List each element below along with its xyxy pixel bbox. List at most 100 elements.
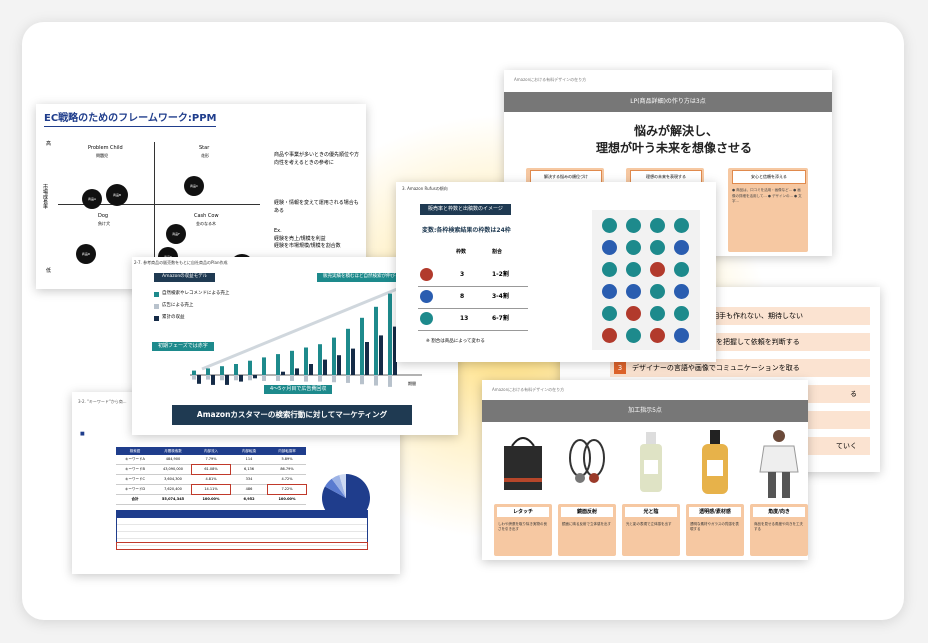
- grid-dot: [674, 262, 689, 277]
- table-cell: 61.08%: [191, 464, 231, 475]
- callout-ads: 4〜5ヶ月目で広告費回収: [264, 385, 333, 394]
- product-desc: しわや誇張を取り除き実物の良さを引き出す: [498, 522, 547, 532]
- bar: [379, 335, 383, 375]
- step-text: デザイナーの言語や画像でコミュニケーションを取る: [632, 364, 800, 372]
- table-row: キーワードB 43,090,000 61.08% 6,136 86.79%: [116, 464, 306, 475]
- lp-title-line1: 悩みが解決し、: [634, 124, 719, 138]
- bubble: 商品D: [76, 244, 96, 264]
- quadrant-star-sub: 花形: [201, 153, 209, 158]
- product-desc: 鏡面に映る反射で立体感を出す: [562, 522, 611, 526]
- product-image-tote: [494, 428, 552, 500]
- table-cell: 114: [245, 457, 253, 461]
- bar: [332, 337, 336, 375]
- header-cell: 内部転換率: [278, 449, 296, 453]
- step-text: を把握して依頼を判断する: [716, 338, 800, 346]
- bar: [248, 360, 252, 375]
- slide-header: 3. Amazon Rufusの傾向: [402, 186, 448, 191]
- table-row: 合計 55,074,345 100.00% 6,952 100.00%: [116, 495, 306, 505]
- grid-dot: [602, 328, 617, 343]
- bar: [192, 370, 196, 375]
- grid-dot: [602, 262, 617, 277]
- product-desc: 商品を見せる角度や向きを工夫する: [754, 522, 803, 532]
- grid-dot: [602, 240, 617, 255]
- bar: [304, 347, 308, 375]
- count-dot: [420, 290, 433, 303]
- table-header: 検索語 月間検索数 内部流入 内部転換 内部転換率: [116, 447, 306, 455]
- table-cell: 55,074,345: [161, 497, 185, 501]
- bubble: 商品A: [82, 189, 102, 209]
- bar: [276, 375, 280, 381]
- table-cell: キーワードA: [125, 457, 145, 461]
- quadrant-cash-cow-sub: 金のなる木: [196, 221, 216, 226]
- ppm-note-1: 商品や事業が多いときの優先順位や方向性を考えるときの参考に: [274, 152, 360, 166]
- bar: [281, 371, 285, 375]
- bar: [346, 328, 350, 375]
- ppm-note-3: Ex. 経験を売上/規模を利益 経験を市場規模/規模を割合数: [274, 228, 341, 249]
- product-image-bottle: [622, 428, 680, 500]
- band: LP(商品詳細)の作り方は3点: [504, 92, 832, 112]
- slide-section: 3-2. "キーワード"から商...: [78, 399, 127, 404]
- grid-dot: [602, 306, 617, 321]
- slide-probability: 3. Amazon Rufusの傾向 販売率と枠数と出稿数のイメージ 変数:各枠…: [396, 182, 716, 362]
- x-axis-label: 期間: [408, 381, 416, 386]
- quadrant-star: Star: [199, 145, 210, 151]
- grid-dot: [626, 284, 641, 299]
- bar: [234, 364, 238, 375]
- step-text: 相手も作れない、期待しない: [712, 312, 803, 320]
- bar: [197, 375, 201, 384]
- bar: [211, 375, 215, 385]
- bar: [304, 375, 308, 382]
- prob-note: ※ 割合は商品によって変わる: [426, 339, 485, 344]
- y-axis-label: 市場成長率: [42, 184, 48, 209]
- quadrant-cash-cow: Cash Cow: [194, 213, 219, 219]
- table-cell: キーワードC: [125, 477, 145, 481]
- ratio-value: 6-7割: [492, 315, 509, 322]
- y-axis-bottom: 低: [46, 268, 52, 274]
- count-dot: [420, 312, 433, 325]
- product-image-necklace: [558, 428, 616, 500]
- row-divider: [418, 308, 528, 309]
- count-value: 13: [460, 315, 469, 322]
- bar: [192, 375, 196, 380]
- table-cell: 合計: [131, 497, 139, 501]
- slide-tag: ■: [80, 431, 85, 437]
- bar: [239, 375, 243, 382]
- grid-dot: [602, 218, 617, 233]
- slide-header: Amazonにおける有料デザインの在り方: [514, 77, 587, 82]
- bubble: 商品C: [184, 176, 204, 196]
- bar: [290, 350, 294, 375]
- bubble: 商品F: [166, 224, 186, 244]
- grid-dot: [650, 262, 665, 277]
- bar: [360, 317, 364, 375]
- table-cell: 6,136: [243, 467, 255, 471]
- product-label: 角度/向き: [753, 507, 805, 517]
- grid-dot: [674, 218, 689, 233]
- product-desc: 透明な素材やガラスの質感を表現する: [690, 522, 739, 532]
- bar: [206, 368, 210, 375]
- bar: [234, 375, 238, 381]
- product-image-pump: [686, 428, 744, 500]
- keyword-table: 検索語 月間検索数 内部流入 内部転換 内部転換率 キーワードA 484,900 7…: [116, 447, 307, 505]
- band: 加工指示5点: [482, 400, 808, 422]
- bar: [225, 375, 229, 385]
- bar: [323, 359, 327, 375]
- product-label: レタッチ: [497, 507, 549, 517]
- product-label: 光と陰: [625, 507, 677, 517]
- count-value: 3: [460, 271, 465, 278]
- grid-dot: [626, 218, 641, 233]
- table-cell: 86.79%: [280, 467, 294, 471]
- slide-header: Amazonにおける有料デザインの在り方: [492, 387, 565, 392]
- bar: [351, 348, 355, 375]
- product-label: 透明感/素材感: [689, 507, 741, 517]
- product-label: 鏡面反射: [561, 507, 613, 517]
- col-count: 枠数: [456, 249, 467, 255]
- lp-title-line2: 理想が叶う未来を想像させる: [596, 141, 753, 155]
- bar: [346, 375, 350, 383]
- table-cell: 484,900: [165, 457, 181, 461]
- quadrant-dog-sub: 負け犬: [98, 221, 110, 226]
- bar: [318, 375, 322, 382]
- bar: [374, 375, 378, 386]
- bar: [220, 375, 224, 381]
- table-cell: 4.72%: [281, 477, 293, 481]
- bar: [276, 354, 280, 375]
